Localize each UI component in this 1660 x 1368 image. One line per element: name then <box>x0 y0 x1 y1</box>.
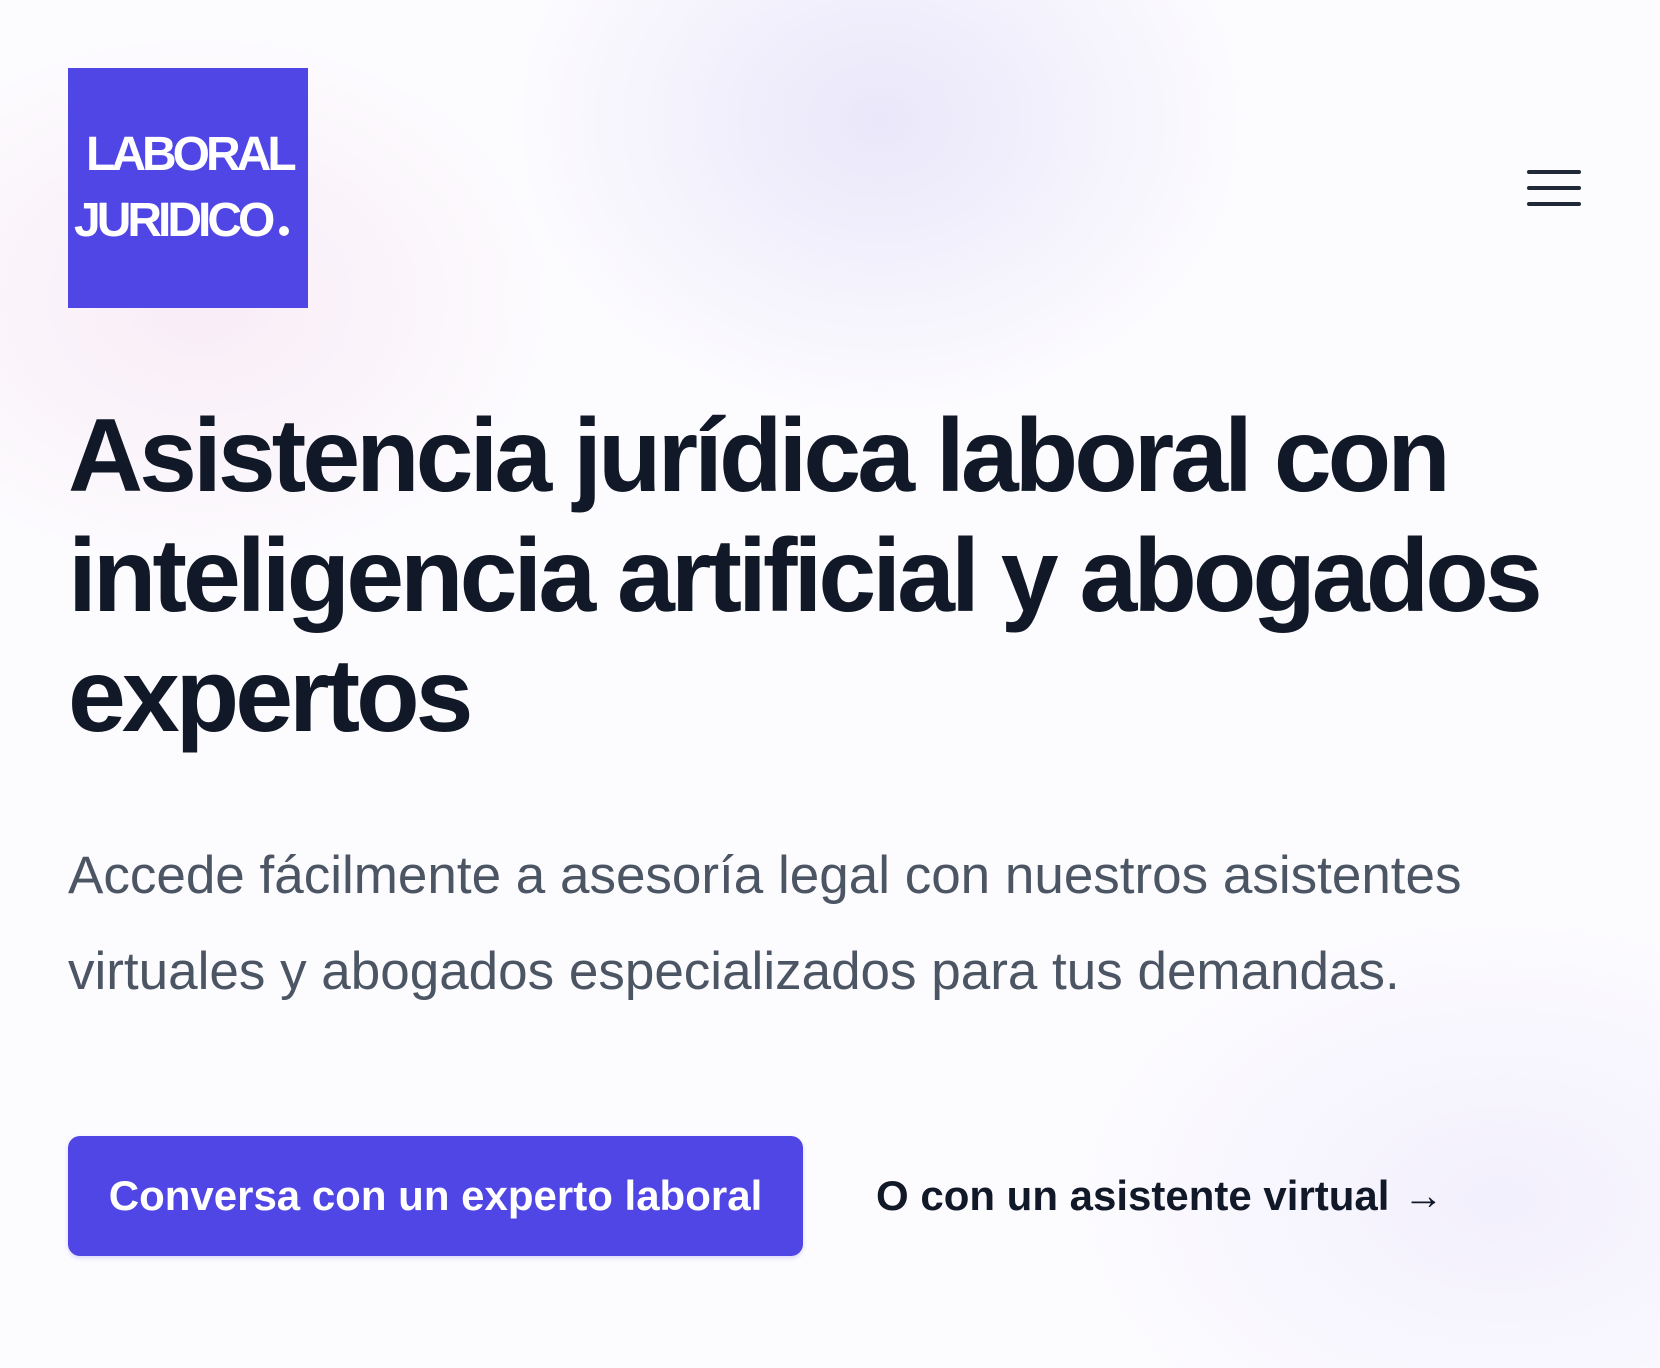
talk-to-expert-button[interactable]: Conversa con un experto laboral <box>68 1136 803 1256</box>
logo-dot-icon <box>279 226 290 236</box>
arrow-right-icon: → <box>1403 1173 1444 1218</box>
logo-text-line2-wrapper: JURIDICO <box>74 188 290 254</box>
menu-bar-bottom <box>1527 202 1581 206</box>
logo[interactable]: LABORAL JURIDICO <box>68 68 308 308</box>
hero-title: Asistencia jurídica laboral con intelige… <box>68 398 1543 754</box>
hero-subtitle: Accede fácilmente a asesoría legal con n… <box>68 846 1462 1001</box>
menu-bar-middle <box>1527 186 1581 190</box>
virtual-assistant-link-label: O con un asistente virtual <box>876 1172 1390 1219</box>
logo-text-line2: JURIDICO <box>74 194 275 247</box>
hamburger-menu-icon[interactable] <box>1524 164 1584 212</box>
virtual-assistant-link[interactable]: O con un asistente virtual → <box>876 1166 1443 1226</box>
menu-bar-top <box>1527 170 1581 174</box>
logo-text-line1: LABORAL <box>86 128 297 181</box>
